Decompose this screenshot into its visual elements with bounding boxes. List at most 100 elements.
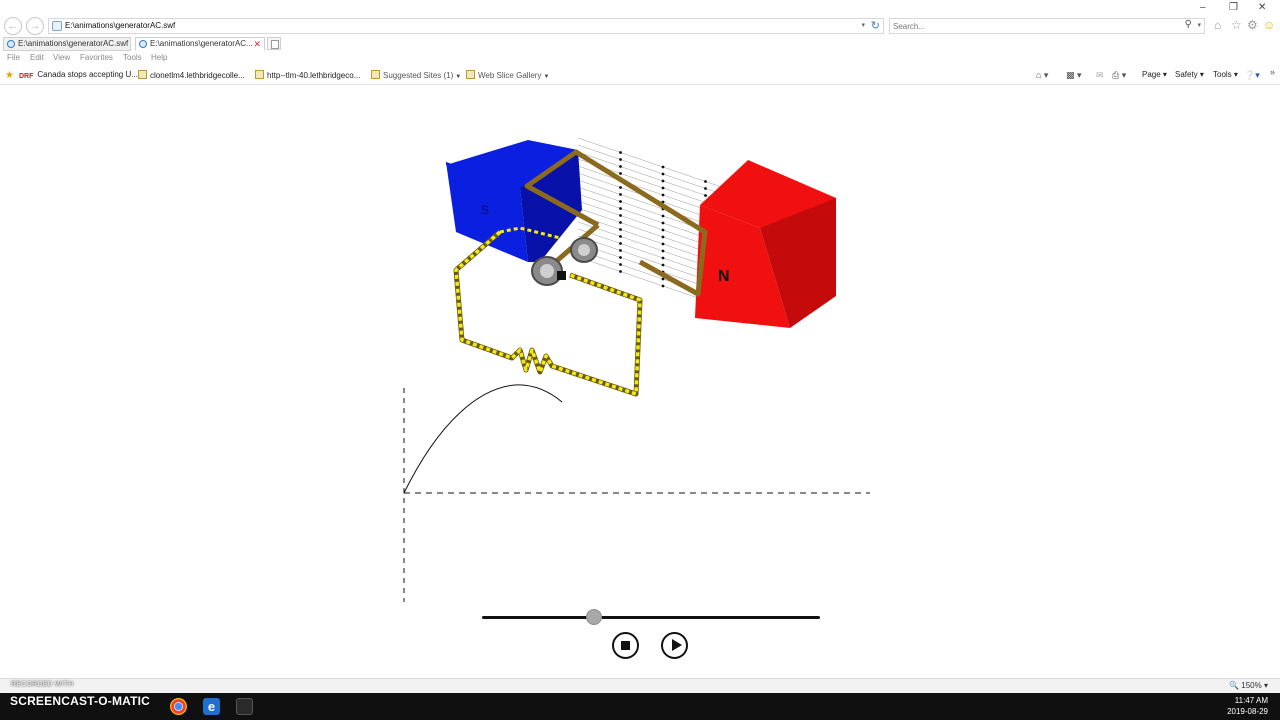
field-arrow [619, 151, 622, 154]
favorite-label: clonetlm4.lethbridgecolle... [150, 71, 245, 80]
menu-view[interactable]: View [53, 53, 70, 62]
field-arrow [619, 263, 622, 266]
rss-feed-icon[interactable]: ▩ ▾ [1066, 70, 1082, 81]
ie-page-icon [139, 40, 147, 48]
field-arrow [619, 221, 622, 224]
clock-date: 2019-08-29 [1227, 707, 1268, 716]
favorite-label: Web Slice Gallery [478, 71, 542, 80]
field-arrow [619, 235, 622, 238]
favorite-web-slice-gallery[interactable]: Web Slice Gallery ▼ [466, 70, 549, 80]
system-clock[interactable]: 11:47 AM 2019-08-29 [1227, 695, 1268, 717]
field-arrow [619, 193, 622, 196]
field-arrow [661, 242, 665, 246]
minimize-icon[interactable]: – [1200, 2, 1206, 13]
chrome-icon[interactable] [170, 698, 187, 715]
screencast-recorder-icon[interactable] [236, 698, 253, 715]
chevron-right-icon[interactable]: » [1270, 67, 1275, 77]
forward-button[interactable]: → [26, 17, 44, 35]
close-window-icon[interactable]: ✕ [1258, 2, 1266, 13]
favorites-star-icon[interactable]: ☆ [1231, 18, 1242, 32]
favorite-label: http--tlm-40.lethbridgeco... [267, 71, 361, 80]
tools-menu[interactable]: Tools ▾ [1213, 70, 1238, 79]
address-url[interactable]: E:\animations\generatorAC.swf [65, 21, 175, 30]
field-arrow [661, 186, 665, 190]
favorite-canada[interactable]: ★ DRF Canada stops accepting U... [5, 70, 138, 82]
tools-menu-label: Tools [1213, 70, 1232, 79]
zoom-control[interactable]: 🔍 150% ▾ [1229, 681, 1268, 690]
internet-explorer-icon[interactable]: e [203, 698, 220, 715]
close-tab-icon[interactable]: ✕ [253, 38, 261, 50]
help-icon[interactable]: ❔▾ [1244, 70, 1260, 81]
page-icon [371, 70, 380, 79]
menu-edit[interactable]: Edit [30, 53, 44, 62]
chevron-down-icon: ▼ [543, 74, 550, 80]
tab-generator-1[interactable]: E:\animations\generatorAC.swf [3, 37, 131, 51]
menu-tools[interactable]: Tools [123, 53, 142, 62]
chevron-down-icon: ▼ [455, 74, 462, 80]
field-arrow [661, 256, 665, 260]
print-icon[interactable]: ⎙ ▾ [1112, 70, 1126, 81]
north-pole-label: N [718, 268, 730, 285]
new-tab-button[interactable] [267, 37, 281, 50]
field-arrow [661, 249, 665, 253]
field-arrow [619, 200, 622, 203]
field-arrow [704, 180, 707, 183]
menu-favorites[interactable]: Favorites [80, 53, 113, 62]
menu-bar: File Edit View Favorites Tools Help [0, 53, 1280, 66]
home-cmd-icon[interactable]: ⌂ ▾ [1036, 70, 1048, 81]
safety-menu-label: Safety [1175, 70, 1198, 79]
play-button[interactable] [661, 632, 688, 659]
favorite-label: Suggested Sites (1) [383, 71, 454, 80]
field-arrow [619, 249, 622, 252]
stop-button[interactable] [612, 632, 639, 659]
page-icon [52, 21, 62, 31]
page-menu-label: Page [1142, 70, 1161, 79]
tab-label: E:\animations\generatorAC... [150, 39, 253, 48]
voltage-curve [403, 384, 563, 494]
search-input[interactable] [893, 20, 1173, 32]
menu-file[interactable]: File [7, 53, 20, 62]
field-arrow [661, 193, 665, 197]
tab-generator-2[interactable]: E:\animations\generatorAC... ✕ [135, 37, 265, 51]
favorite-tlm40[interactable]: http--tlm-40.lethbridgeco... [255, 70, 360, 80]
progress-slider-knob[interactable] [585, 609, 602, 625]
progress-slider[interactable] [482, 609, 820, 625]
field-arrow [661, 221, 665, 225]
page-menu[interactable]: Page ▾ [1142, 70, 1167, 79]
field-arrow [619, 165, 622, 168]
favorite-suggested-sites[interactable]: Suggested Sites (1) ▼ [371, 70, 461, 80]
search-icon[interactable]: ⚲ [1185, 19, 1192, 30]
taskbar [0, 693, 1280, 720]
south-magnet [446, 140, 582, 262]
drf-logo-icon: DRF [19, 73, 34, 80]
home-icon[interactable]: ⌂ [1214, 18, 1221, 32]
smiley-icon[interactable]: ☺ [1263, 18, 1275, 32]
address-dropdown-icon[interactable]: ▾ [861, 21, 865, 29]
page-icon [138, 70, 147, 79]
field-arrow [661, 165, 665, 169]
favorite-clonetlm4[interactable]: clonetlm4.lethbridgecolle... [138, 70, 245, 80]
flash-content: S N [0, 86, 1280, 678]
search-dropdown-icon[interactable]: ▾ [1197, 21, 1201, 29]
slip-ring-front-hole [540, 264, 554, 278]
favorite-label: Canada stops accepting U... [37, 70, 138, 79]
restore-icon[interactable]: ❐ [1229, 2, 1238, 13]
external-circuit [453, 226, 643, 397]
tab-strip: E:\animations\generatorAC.swf E:\animati… [0, 36, 1280, 52]
back-button[interactable]: ← [4, 17, 22, 35]
tab-label: E:\animations\generatorAC.swf [18, 39, 129, 48]
refresh-icon[interactable]: ↻ [871, 19, 880, 32]
mail-icon[interactable]: ✉ [1096, 70, 1104, 81]
field-arrow [619, 228, 622, 231]
page-icon [255, 70, 264, 79]
menu-help[interactable]: Help [151, 53, 167, 62]
field-arrow [661, 263, 665, 267]
search-box[interactable]: ⚲ ▾ [889, 18, 1205, 34]
favorites-bar: ★ DRF Canada stops accepting U... clonetlm… [0, 67, 1280, 85]
gear-icon[interactable]: ⚙ [1247, 18, 1258, 32]
field-arrow [619, 158, 622, 161]
recorded-with-label: RECORDED WITH [11, 681, 74, 688]
address-bar[interactable]: E:\animations\generatorAC.swf ▾ ↻ [48, 18, 884, 34]
safety-menu[interactable]: Safety ▾ [1175, 70, 1204, 79]
address-row: ← → E:\animations\generatorAC.swf ▾ ↻ ⚲ … [0, 0, 1280, 36]
